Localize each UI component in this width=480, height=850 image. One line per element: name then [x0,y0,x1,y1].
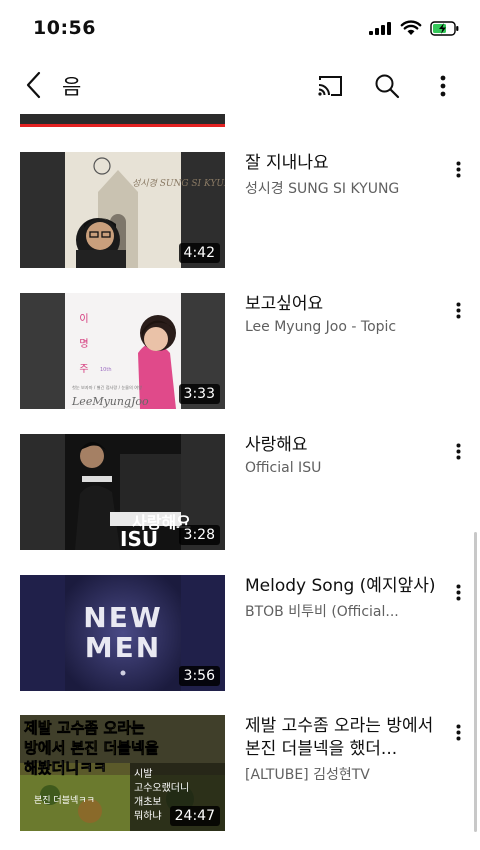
thumbnail-text-new: NEW [83,601,162,634]
more-vert-icon [456,443,460,459]
video-item[interactable]: 성시경 SUNG SI KYUNG 4:42 잘 지내나요 성시경 SUNG S… [0,152,470,270]
cast-icon [318,76,342,96]
video-thumbnail[interactable]: 성시경 SUNG SI KYUNG 4:42 [20,152,225,268]
channel-name[interactable]: 성시경 SUNG SI KYUNG [245,178,440,198]
thumbnail-chat-line: 뭐하냐 [134,809,162,822]
video-more-button[interactable] [448,438,468,464]
thumbnail-chat-line: 개초보 [134,796,162,808]
video-thumbnail[interactable]: 제발 고수좀 오라는 방에서 본진 더블넥을 해봤더니ㅋㅋ 시발 고수오랬더니 … [20,715,225,831]
thumbnail-text-en: ISU [120,527,158,550]
video-duration: 4:42 [178,243,220,263]
thumbnail-text-men: MEN [85,631,161,664]
battery-charging-icon [430,20,459,36]
video-thumbnail[interactable]: NEW MEN 3:56 [20,575,225,691]
chevron-left-icon [26,71,41,99]
previous-video-thumbnail[interactable] [20,114,225,124]
video-title[interactable]: 제발 고수좀 오라는 방에서 본진 더블넥을 했더... [245,715,440,761]
channel-name[interactable]: [ALTUBE] 김성현TV [245,764,440,784]
video-title[interactable]: Melody Song (예지앞사) [245,575,440,598]
video-info[interactable]: 보고싶어요 Lee Myung Joo - Topic [245,293,440,335]
video-duration: 3:56 [178,666,220,686]
video-info[interactable]: 잘 지내나요 성시경 SUNG SI KYUNG [245,152,440,198]
status-time: 10:56 [33,17,96,39]
video-duration: 24:47 [169,806,220,826]
video-item[interactable]: 사랑해요 ISU 3:28 사랑해요 Official ISU [0,434,470,552]
cast-button[interactable] [314,70,346,102]
more-vert-icon [456,584,460,600]
thumbnail-headline-1: 제발 고수좀 오라는 [24,719,145,737]
signal-icon [369,22,391,35]
thumbnail-chat-line: 고수오랬더니 [134,782,189,794]
video-duration: 3:28 [178,525,220,545]
thumbnail-headline-2: 방에서 본진 더블넥을 [24,739,159,757]
search-icon [375,74,400,99]
video-info[interactable]: 제발 고수좀 오라는 방에서 본진 더블넥을 했더... [ALTUBE] 김성… [245,715,440,784]
video-more-button[interactable] [448,719,468,745]
video-item[interactable]: NEW MEN 3:56 Melody Song (예지앞사) BTOB 비투비… [0,575,470,693]
album-edition: 10th [100,367,112,373]
status-bar: 10:56 [0,0,480,58]
thumbnail-chat-line: 시발 [134,768,152,780]
watch-progress-bar [20,124,225,127]
video-duration: 3:33 [178,384,220,404]
video-thumbnail[interactable]: 사랑해요 ISU 3:28 [20,434,225,550]
channel-name[interactable]: Official ISU [245,460,440,476]
status-icons [368,20,460,36]
video-title[interactable]: 보고싶어요 [245,293,440,316]
search-button[interactable] [371,70,403,102]
app-bar: 음 [0,58,480,114]
channel-name[interactable]: Lee Myung Joo - Topic [245,319,440,335]
video-item[interactable]: 이 명 주 10th 첫눈 보자마 / 별긴 접사랑 / 눈물의 여왕 LeeM… [0,293,470,411]
video-more-button[interactable] [448,579,468,605]
video-thumbnail[interactable]: 이 명 주 10th 첫눈 보자마 / 별긴 접사랑 / 눈물의 여왕 LeeM… [20,293,225,409]
channel-name[interactable]: BTOB 비투비 (Official... [245,601,440,621]
wifi-icon [400,20,422,35]
thumbnail-caption: 본진 더블넥ㅋㅋ [34,795,95,806]
more-options-button[interactable] [427,70,459,102]
scrollbar[interactable] [474,532,477,832]
back-button[interactable] [18,68,48,102]
artist-signature: LeeMyungJoo [71,395,149,408]
artist-name-vertical: 이 명 주 [77,313,89,380]
album-cover-title: 성시경 SUNG SI KYUNG [132,178,225,189]
thumbnail-headline-3: 해봤더니ㅋㅋ [24,759,107,777]
video-title[interactable]: 사랑해요 [245,434,440,457]
search-query-title[interactable]: 음 [62,71,81,101]
video-item[interactable]: 제발 고수좀 오라는 방에서 본진 더블넥을 해봤더니ㅋㅋ 시발 고수오랬더니 … [0,715,470,833]
album-track-credits: 첫눈 보자마 / 별긴 접사랑 / 눈물의 여왕 [72,384,142,391]
video-title[interactable]: 잘 지내나요 [245,152,440,175]
more-vert-icon [440,75,446,97]
video-info[interactable]: Melody Song (예지앞사) BTOB 비투비 (Official... [245,575,440,621]
more-vert-icon [456,161,460,177]
video-more-button[interactable] [448,297,468,323]
video-more-button[interactable] [448,156,468,182]
more-vert-icon [456,724,460,740]
more-vert-icon [456,302,460,318]
video-info[interactable]: 사랑해요 Official ISU [245,434,440,476]
